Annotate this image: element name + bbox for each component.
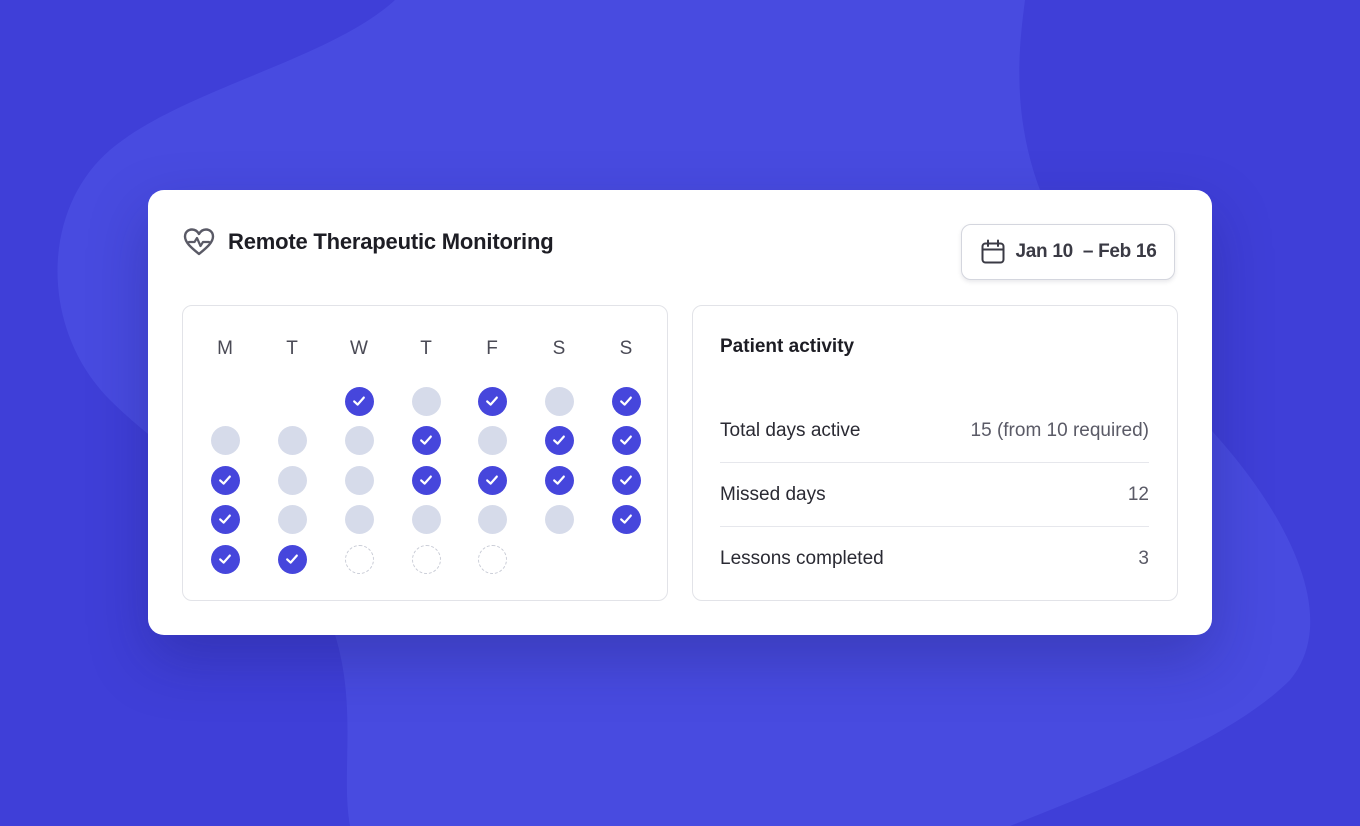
calendar-day-inactive[interactable]: [210, 425, 240, 455]
calendar-day-checked[interactable]: [210, 504, 240, 534]
check-icon: [353, 396, 365, 406]
weekday-label-sunday: S: [619, 338, 633, 359]
patient-activity-panel: Patient activity Total days active 15 (f…: [692, 305, 1178, 601]
calendar-day-inactive[interactable]: [277, 425, 307, 455]
activity-label: Total days active: [720, 419, 861, 441]
check-icon: [553, 435, 565, 445]
calendar-day-checked[interactable]: [277, 544, 307, 574]
calendar-day-inactive[interactable]: [544, 386, 574, 416]
check-icon: [620, 514, 632, 524]
calendar-day-inactive[interactable]: [277, 504, 307, 534]
activity-label: Missed days: [720, 483, 826, 505]
calendar-day-checked[interactable]: [611, 465, 641, 495]
activity-row-missed-days: Missed days 12: [720, 463, 1149, 527]
check-icon: [620, 396, 632, 406]
activity-row-total-days: Total days active 15 (from 10 required): [720, 399, 1149, 463]
activity-value: 15 (from 10 required): [970, 419, 1149, 441]
monitoring-card: Remote Therapeutic Monitoring Jan 10 – F…: [148, 190, 1212, 635]
check-icon: [620, 475, 632, 485]
weekday-label-friday: F: [486, 338, 498, 359]
calendar-day-inactive[interactable]: [411, 386, 441, 416]
check-icon: [420, 475, 432, 485]
calendar-day-checked[interactable]: [477, 465, 507, 495]
calendar-day-inactive[interactable]: [344, 504, 374, 534]
activity-value: 12: [1127, 483, 1149, 505]
calendar-day-checked[interactable]: [611, 504, 641, 534]
date-range-label: Jan 10 – Feb 16: [1015, 241, 1157, 262]
calendar-day-inactive[interactable]: [277, 465, 307, 495]
calendar-day-inactive[interactable]: [544, 504, 574, 534]
activity-value: 3: [1138, 547, 1149, 569]
activity-label: Lessons completed: [720, 547, 884, 569]
calendar-day-checked[interactable]: [210, 465, 240, 495]
card-title: Remote Therapeutic Monitoring: [228, 229, 554, 254]
calendar-day-inactive[interactable]: [344, 465, 374, 495]
heart-pulse-icon: [182, 226, 216, 258]
check-icon: [286, 554, 298, 564]
date-range-button[interactable]: Jan 10 – Feb 16: [961, 224, 1175, 280]
calendar-day-checked[interactable]: [611, 425, 641, 455]
calendar-day-checked[interactable]: [611, 386, 641, 416]
calendar-day-inactive[interactable]: [344, 425, 374, 455]
weekday-label-tuesday: T: [286, 338, 298, 359]
check-icon: [486, 396, 498, 406]
calendar-day-checked[interactable]: [544, 425, 574, 455]
calendar-day-checked[interactable]: [411, 425, 441, 455]
activity-title: Patient activity: [720, 336, 855, 357]
calendar-day-inactive[interactable]: [477, 504, 507, 534]
check-icon: [420, 435, 432, 445]
calendar-icon: [980, 239, 1006, 265]
calendar-day-future[interactable]: [411, 544, 441, 574]
calendar-day-inactive[interactable]: [411, 504, 441, 534]
check-icon: [219, 554, 231, 564]
check-icon: [219, 514, 231, 524]
calendar-day-checked[interactable]: [344, 386, 374, 416]
calendar-day-checked[interactable]: [477, 386, 507, 416]
calendar-panel: MTWTFSS: [182, 305, 668, 601]
calendar-day-inactive[interactable]: [477, 425, 507, 455]
weekday-label-saturday: S: [552, 338, 566, 359]
calendar-day-future[interactable]: [477, 544, 507, 574]
calendar-day-checked[interactable]: [544, 465, 574, 495]
card-header: Remote Therapeutic Monitoring: [182, 226, 554, 258]
calendar-day-future[interactable]: [344, 544, 374, 574]
check-icon: [486, 475, 498, 485]
weekday-label-wednesday: W: [350, 338, 368, 359]
check-icon: [553, 475, 565, 485]
check-icon: [620, 435, 632, 445]
calendar-day-checked[interactable]: [210, 544, 240, 574]
weekday-label-thursday: T: [420, 338, 432, 359]
calendar-day-checked[interactable]: [411, 465, 441, 495]
check-icon: [219, 475, 231, 485]
weekday-label-monday: M: [217, 338, 233, 359]
activity-row-lessons-completed: Lessons completed 3: [720, 527, 1149, 590]
